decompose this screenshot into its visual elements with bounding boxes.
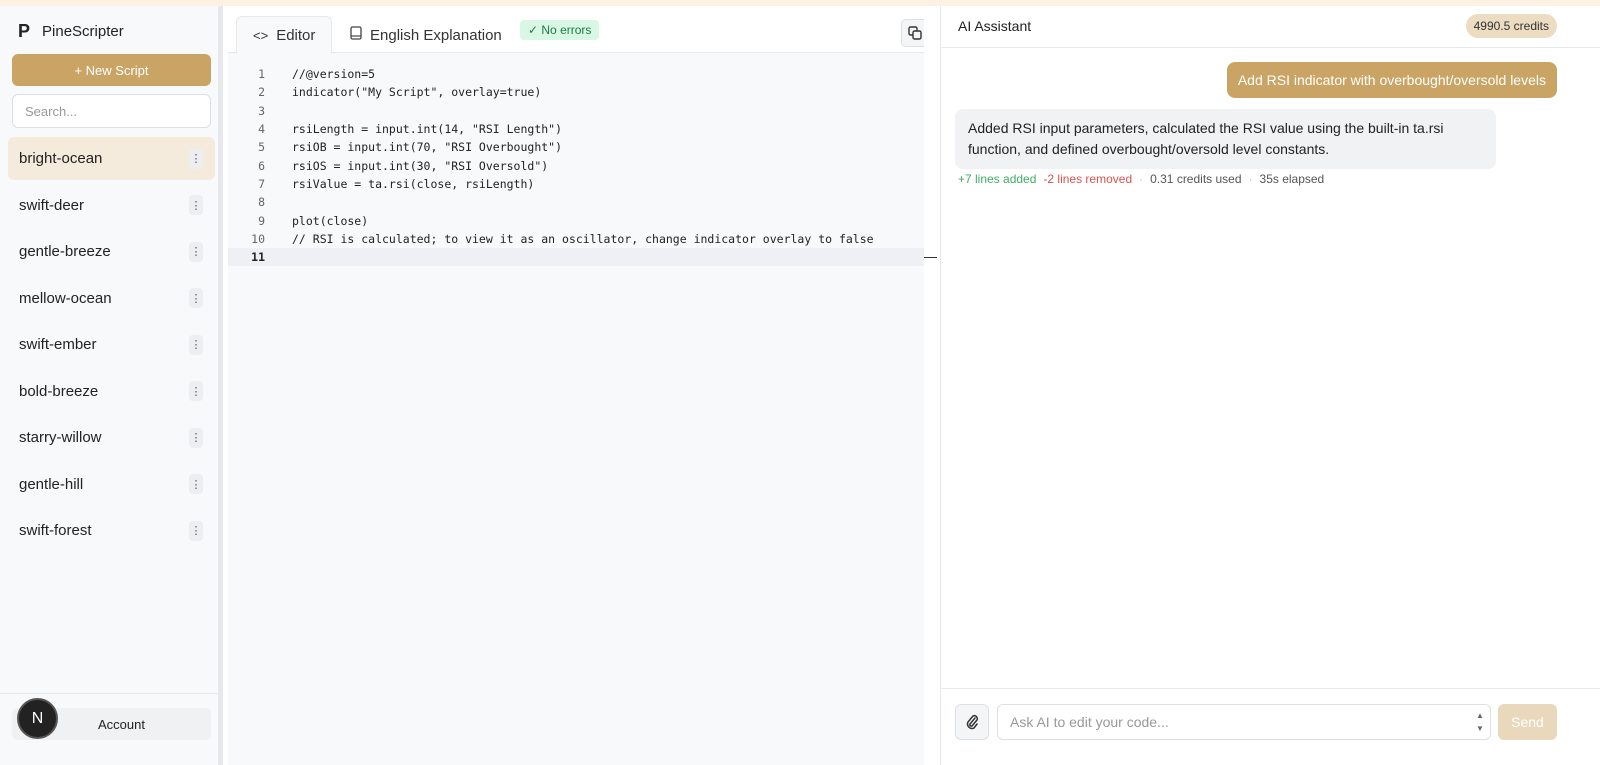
more-options-icon[interactable]: ⋮ [189,334,203,355]
line-text: rsiOS = input.int(30, "RSI Oversold") [292,158,549,173]
sidebar-item-starry-willow[interactable]: starry-willow ⋮ [8,416,215,459]
line-number: 3 [258,103,265,118]
line-text: rsiOB = input.int(70, "RSI Overbought") [292,140,563,155]
code-line[interactable]: 6 rsiOS = input.int(30, "RSI Oversold") [228,156,924,174]
tab-label: Editor [276,27,316,44]
search-input[interactable] [12,94,211,128]
new-script-button[interactable]: + New Script [12,54,211,86]
script-name: bold-breeze [19,382,99,400]
paperclip-icon [966,714,979,730]
code-line[interactable]: 9 plot(close) [228,211,924,229]
input-resize-stepper[interactable]: ▲ ▼ [1476,709,1484,735]
ai-assistant-panel: AI Assistant 4990.5 credits Add RSI indi… [941,6,1600,765]
more-options-icon[interactable]: ⋮ [189,195,203,215]
logo: P [18,21,31,41]
sidebar-item-mellow-ocean[interactable]: mellow-ocean ⋮ [8,277,215,320]
tab-editor[interactable]: <> Editor [236,16,333,54]
line-number: 9 [258,213,265,228]
line-text: // RSI is calculated; to view it as an o… [292,231,874,246]
elapsed-time: 35s elapsed [1259,172,1325,186]
sidebar-item-bold-breeze[interactable]: bold-breeze ⋮ [8,370,215,413]
assistant-header: AI Assistant 4990.5 credits [941,6,1600,48]
brand: P PineScripter [18,21,124,42]
line-number: 1 [258,67,265,82]
line-number: 11 [251,250,265,265]
line-number: 5 [258,140,265,155]
code-icon: <> [253,28,269,43]
line-text: //@version=5 [292,67,376,82]
credits-badge: 4990.5 credits [1465,14,1557,38]
user-message: Add RSI indicator with overbought/overso… [1226,62,1557,98]
code-area[interactable]: 1 //@version=5 2 indicator("My Script", ove… [228,65,924,267]
attach-button[interactable] [955,704,989,740]
code-line[interactable]: 11 [228,247,924,267]
more-options-icon[interactable]: ⋮ [189,288,203,308]
sidebar-item-gentle-breeze[interactable]: gentle-breeze ⋮ [8,230,215,273]
script-name: starry-willow [19,429,102,446]
lines-added: +7 lines added [958,172,1037,186]
copy-icon [908,26,922,40]
line-number: 6 [258,158,265,173]
account-area: N Account [0,693,218,765]
tab-english-explanation[interactable]: English Explanation [334,16,518,54]
code-line[interactable]: 4 rsiLength = input.int(14, "RSI Length") [228,120,924,138]
code-line[interactable]: 10 // RSI is calculated; to view it as an… [228,230,924,248]
app-name: PineScripter [42,23,124,40]
more-options-icon[interactable]: ⋮ [189,520,203,541]
code-line[interactable]: 3 [228,102,924,120]
send-button[interactable]: Send [1498,704,1557,740]
code-line[interactable]: 2 indicator("My Script", overlay=true) [228,83,924,101]
line-number: 2 [258,85,265,100]
separator: · [1248,172,1253,186]
assistant-message: Added RSI input parameters, calculated t… [955,109,1496,169]
line-number: 10 [251,231,265,246]
scroll-marker [924,257,937,258]
editor-panel: <> Editor English Explanation ✓ No error… [228,6,929,765]
ask-ai-input[interactable] [997,704,1491,740]
sidebar-item-swift-ember[interactable]: swift-ember ⋮ [8,323,215,366]
more-options-icon[interactable]: ⋮ [189,381,203,401]
assistant-title: AI Assistant [958,18,1032,34]
script-name: swift-deer [19,196,85,214]
tab-label: English Explanation [370,26,502,44]
separator: · [1139,172,1144,186]
script-name: bright-ocean [19,150,103,167]
sidebar: P PineScripter + New Script bright-ocean… [0,6,223,765]
code-line[interactable]: 5 rsiOB = input.int(70, "RSI Overbought") [228,138,924,156]
change-summary: +7 lines added -2 lines removed · 0.31 c… [958,172,1324,186]
code-line[interactable]: 7 rsiValue = ta.rsi(close, rsiLength) [228,175,924,193]
line-number: 4 [258,122,265,137]
status-badge: ✓ No errors [520,20,600,40]
line-text: rsiLength = input.int(14, "RSI Length") [292,122,563,137]
panel-divider[interactable] [924,6,941,765]
sidebar-item-bright-ocean[interactable]: bright-ocean ⋮ [8,137,215,180]
credits-used: 0.31 credits used [1150,172,1242,186]
code-line[interactable]: 1 //@version=5 [228,65,924,83]
script-name: swift-forest [19,522,92,539]
sidebar-item-gentle-hill[interactable]: gentle-hill ⋮ [8,463,215,506]
line-number: 7 [258,176,265,191]
script-list: bright-ocean ⋮ swift-deer ⋮ gentle-breeze ⋮ me… [8,137,215,556]
editor-tabs: <> Editor English Explanation ✓ No error… [228,6,929,54]
more-options-icon[interactable]: ⋮ [189,148,203,169]
script-name: mellow-ocean [19,289,112,307]
line-text: indicator("My Script", overlay=true) [292,85,542,100]
book-icon [350,26,362,44]
sidebar-item-swift-forest[interactable]: swift-forest ⋮ [8,509,215,552]
code-line[interactable]: 8 [228,193,924,211]
script-name: gentle-hill [19,475,84,493]
lines-removed: -2 lines removed [1043,172,1133,186]
script-name: swift-ember [19,336,97,353]
avatar[interactable]: N [17,698,58,739]
line-text: plot(close) [292,213,369,228]
more-options-icon[interactable]: ⋮ [189,474,203,494]
script-name: gentle-breeze [19,243,111,260]
sidebar-item-swift-deer[interactable]: swift-deer ⋮ [8,184,215,227]
more-options-icon[interactable]: ⋮ [189,241,203,262]
more-options-icon[interactable]: ⋮ [189,427,203,448]
composer: ▲▼ Send [941,688,1600,765]
line-number: 8 [258,195,265,210]
line-text: rsiValue = ta.rsi(close, rsiLength) [292,176,535,191]
